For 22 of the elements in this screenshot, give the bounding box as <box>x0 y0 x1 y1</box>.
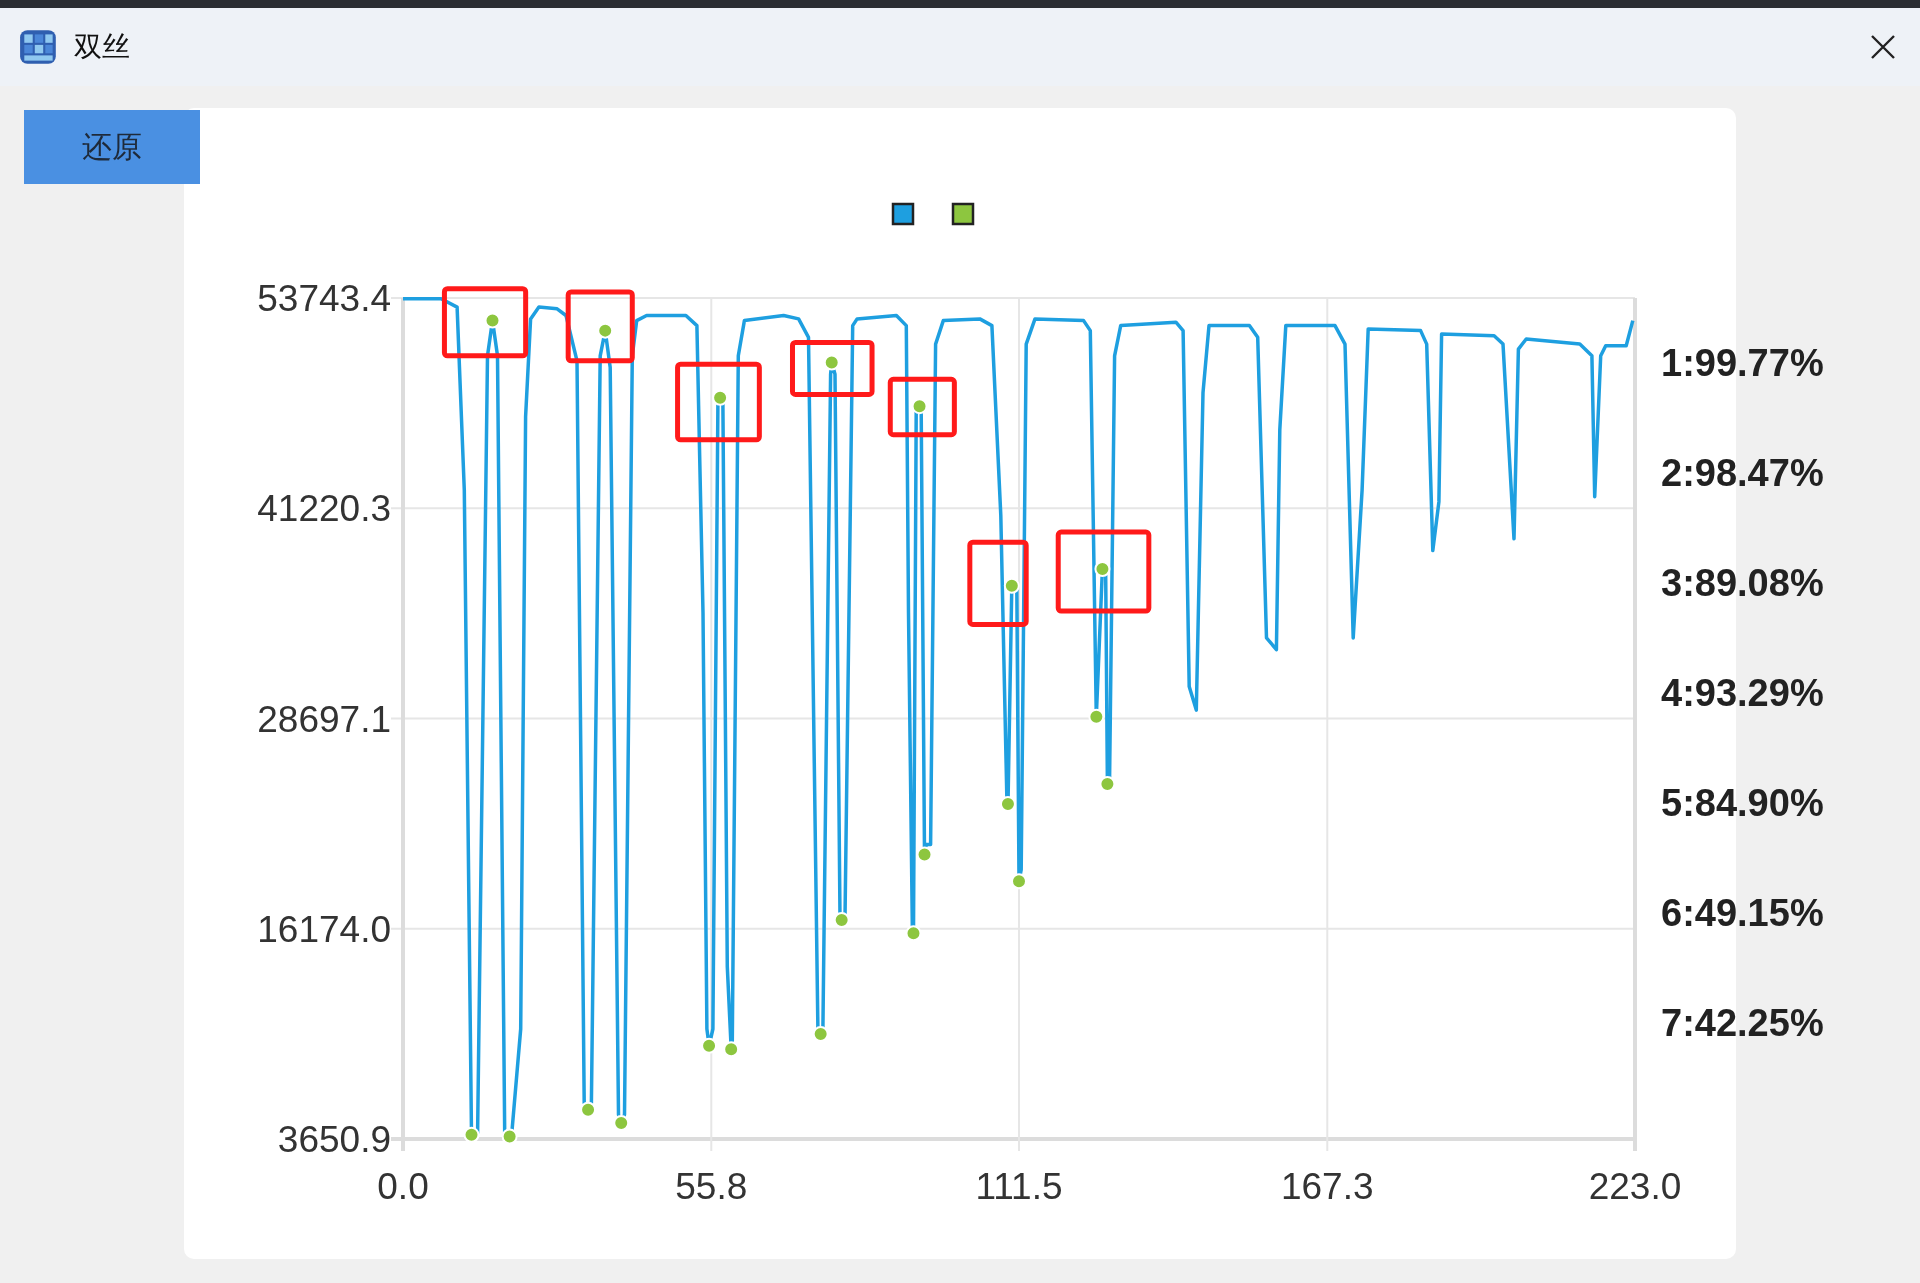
percentage-label: 7:42.25% <box>1661 1002 1824 1044</box>
legend-swatch[interactable] <box>951 202 975 226</box>
percentage-label: 2:98.47% <box>1661 452 1824 494</box>
legend-swatch[interactable] <box>891 202 915 226</box>
axis-label: 3650.9 <box>277 1119 391 1160</box>
axis-label: 53743.4 <box>257 278 391 319</box>
percentage-label: 5:84.90% <box>1661 782 1824 824</box>
axis-label: 111.5 <box>975 1166 1063 1207</box>
axis-label: 223.0 <box>1588 1166 1682 1207</box>
window-title: 双丝 <box>74 29 130 65</box>
percentage-label: 4:93.29% <box>1661 672 1824 714</box>
axis-label: 55.8 <box>675 1166 748 1207</box>
axis-label: 16174.0 <box>257 908 391 950</box>
axis-label: 28697.1 <box>257 698 391 740</box>
axis-label: 0.0 <box>377 1166 429 1207</box>
axis-label: 167.3 <box>1281 1166 1374 1207</box>
restore-button[interactable]: 还原 <box>24 110 200 184</box>
highlight-box <box>887 376 957 438</box>
percentage-label: 6:49.15% <box>1661 892 1824 934</box>
percentage-label: 3:89.08% <box>1661 562 1824 604</box>
axis-label: 41220.3 <box>257 488 391 530</box>
percentage-label: 1:99.77% <box>1661 342 1824 384</box>
